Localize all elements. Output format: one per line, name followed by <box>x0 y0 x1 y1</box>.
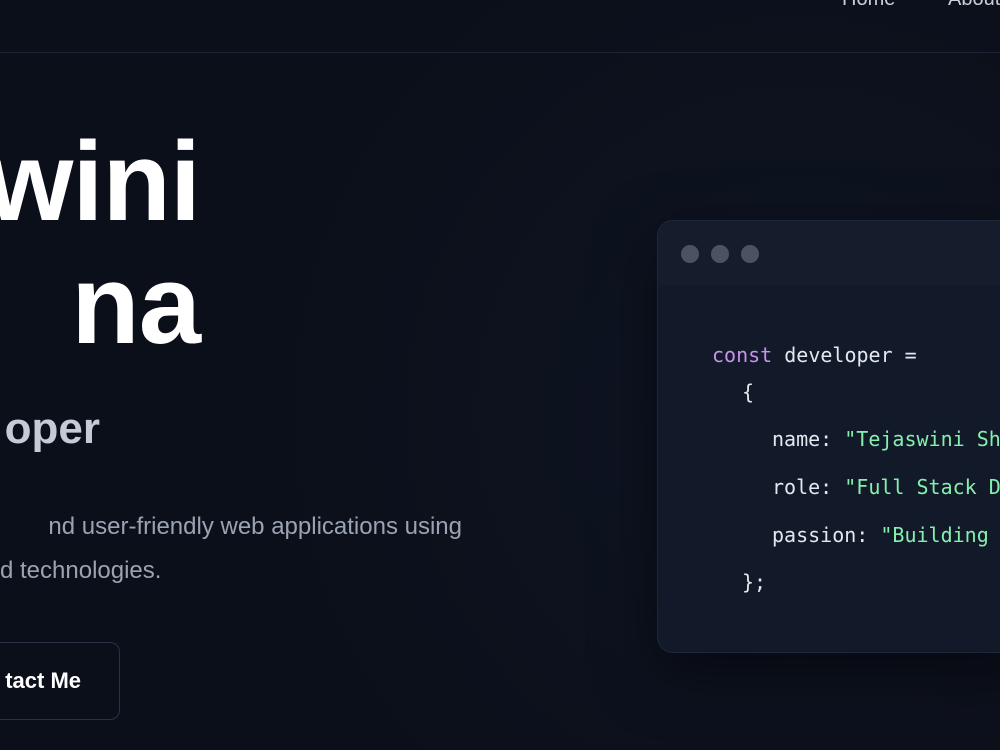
nav-link-home[interactable]: Home <box>842 0 895 11</box>
hero-description-line-1: nd user-friendly web applications using <box>48 513 462 540</box>
code-keyword: const <box>712 343 773 367</box>
hero-role: oper <box>4 404 100 453</box>
code-value-role: "Full Stack D <box>844 475 1000 499</box>
code-line-role: role: "Full Stack D <box>712 475 1000 499</box>
window-dot-icon <box>711 245 729 263</box>
code-line-declaration: const developer = <box>712 343 917 367</box>
hero-name-line-2: na <box>71 241 201 367</box>
code-key-role: role: <box>772 475 845 499</box>
code-window: const developer = { name: "Tejaswini Sh … <box>657 220 1000 653</box>
window-dot-icon <box>681 245 699 263</box>
code-key-passion: passion: <box>772 523 881 547</box>
code-line-passion: passion: "Building <box>712 523 989 547</box>
code-line-close-brace: }; <box>742 570 767 594</box>
hero-name: wini na <box>0 119 201 367</box>
hero-name-line-1: wini <box>0 119 201 244</box>
hero-description: nd user-friendly web applications using … <box>0 505 462 593</box>
nav-link-about[interactable]: About <box>948 0 1000 11</box>
code-value-passion: "Building <box>880 523 989 547</box>
contact-me-button[interactable]: tact Me <box>0 642 120 720</box>
hero-description-line-2: d technologies. <box>0 557 162 584</box>
code-window-titlebar <box>658 221 1000 285</box>
code-declaration: developer = <box>772 343 917 367</box>
code-value-name: "Tejaswini Sh <box>844 427 1000 451</box>
code-key-name: name: <box>772 427 845 451</box>
code-line-open-brace: { <box>742 380 755 404</box>
page: Home About wini na oper nd user-friendly… <box>0 0 1000 750</box>
code-line-name: name: "Tejaswini Sh <box>712 427 1000 451</box>
window-dot-icon <box>741 245 759 263</box>
site-header: Home About <box>0 0 1000 53</box>
